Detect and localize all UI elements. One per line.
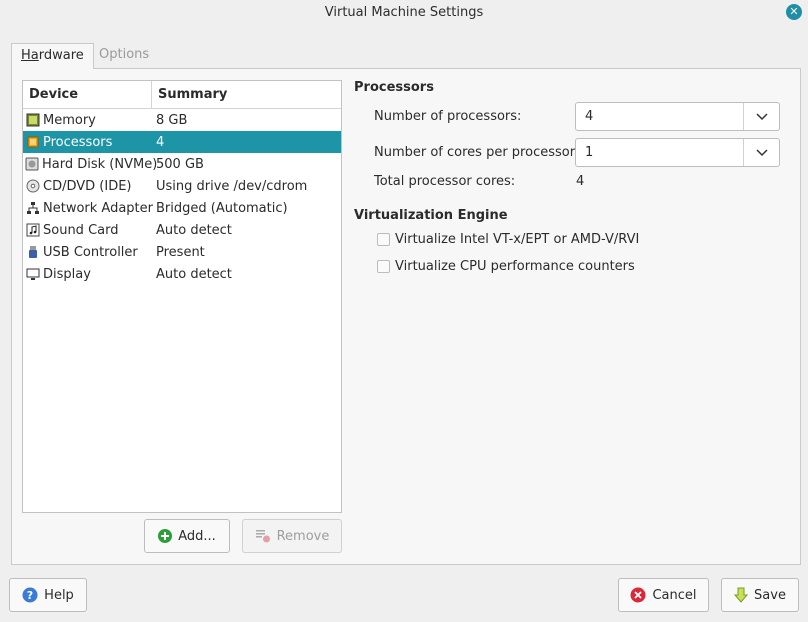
- processor-icon: [25, 135, 40, 150]
- chevron-down-icon: [755, 112, 768, 120]
- cores-per-processor-value: 1: [585, 145, 594, 160]
- help-label: Help: [44, 587, 74, 603]
- cancel-label: Cancel: [652, 587, 697, 603]
- total-cores-value: 4: [576, 174, 585, 189]
- tab-hardware-label-rest: rdware: [38, 48, 84, 63]
- num-processors-label: Number of processors:: [374, 109, 522, 124]
- device-name-cell: Hard Disk (NVMe): [23, 156, 158, 172]
- processors-section-title: Processors: [354, 80, 434, 95]
- sound-card-icon: [25, 223, 40, 238]
- checkbox-box[interactable]: [377, 233, 390, 246]
- memory-icon: [25, 113, 40, 128]
- display-icon: [25, 267, 40, 282]
- add-device-label: Add...: [178, 528, 216, 544]
- remove-device-label: Remove: [276, 528, 330, 544]
- device-summary: 500 GB: [156, 156, 204, 172]
- device-name-cell: Sound Card: [23, 223, 156, 238]
- virtualize-cpu-counters-checkbox[interactable]: Virtualize CPU performance counters: [377, 259, 635, 274]
- tab-hardware-label: Ha: [21, 48, 39, 63]
- device-name: Hard Disk (NVMe): [42, 156, 158, 172]
- device-name-cell: Display: [23, 267, 156, 282]
- device-row-sound-card[interactable]: Sound Card Auto detect: [23, 219, 341, 241]
- remove-device-button[interactable]: Remove: [242, 519, 342, 553]
- column-header-device[interactable]: Device: [23, 81, 152, 108]
- device-summary: Auto detect: [156, 222, 232, 238]
- cd-dvd-icon: [25, 179, 40, 194]
- chevron-down-icon: [755, 148, 768, 156]
- save-icon: [734, 587, 749, 603]
- num-processors-value: 4: [585, 109, 594, 124]
- device-summary: 8 GB: [156, 112, 188, 128]
- svg-text:?: ?: [27, 589, 33, 602]
- device-name: Network Adapter: [43, 200, 153, 216]
- device-name-cell: Network Adapter: [23, 201, 156, 216]
- device-row-cd-dvd-ide[interactable]: CD/DVD (IDE) Using drive /dev/cdrom: [23, 175, 341, 197]
- remove-icon: [255, 530, 270, 543]
- help-icon: ?: [22, 587, 38, 603]
- device-name-cell: USB Controller: [23, 245, 156, 260]
- device-summary: Bridged (Automatic): [156, 200, 288, 216]
- device-name: Display: [43, 266, 91, 282]
- save-label: Save: [754, 587, 786, 603]
- device-row-usb-controller[interactable]: USB Controller Present: [23, 241, 341, 263]
- device-summary: Auto detect: [156, 266, 232, 282]
- help-button[interactable]: ? Help: [9, 578, 87, 612]
- device-list-header: Device Summary: [23, 81, 341, 109]
- tab-options[interactable]: Options: [90, 43, 158, 68]
- cancel-icon: [630, 587, 646, 603]
- num-processors-select[interactable]: 4: [575, 102, 780, 131]
- device-list[interactable]: Device Summary Memory 8 GB Processors 4 Hard…: [22, 80, 342, 513]
- virtualization-section-title: Virtualization Engine: [354, 208, 508, 223]
- cores-per-processor-select[interactable]: 1: [575, 138, 780, 167]
- virtualize-vtx-label: Virtualize Intel VT-x/EPT or AMD-V/RVI: [395, 232, 640, 247]
- cancel-button[interactable]: Cancel: [618, 578, 709, 612]
- hard-disk-icon: [25, 157, 39, 172]
- tab-options-label: Options: [99, 47, 150, 62]
- total-cores-label: Total processor cores:: [374, 174, 516, 189]
- save-button[interactable]: Save: [721, 578, 799, 612]
- device-name: CD/DVD (IDE): [43, 178, 132, 194]
- device-name: Memory: [43, 112, 96, 128]
- device-row-memory[interactable]: Memory 8 GB: [23, 109, 341, 131]
- add-icon: [158, 529, 173, 543]
- device-row-network-adapter[interactable]: Network Adapter Bridged (Automatic): [23, 197, 341, 219]
- device-name: Processors: [43, 134, 113, 150]
- close-window-button[interactable]: ✕: [786, 4, 802, 20]
- device-summary: Present: [156, 244, 205, 260]
- add-device-button[interactable]: Add...: [144, 519, 230, 553]
- tab-hardware[interactable]: Hardware: [11, 43, 94, 69]
- close-icon: ✕: [789, 5, 799, 18]
- device-name-cell: CD/DVD (IDE): [23, 179, 156, 194]
- device-name-cell: Memory: [23, 113, 156, 128]
- network-icon: [25, 201, 40, 216]
- virtualize-vtx-checkbox[interactable]: Virtualize Intel VT-x/EPT or AMD-V/RVI: [377, 232, 639, 247]
- device-row-display[interactable]: Display Auto detect: [23, 263, 341, 285]
- device-name: Sound Card: [43, 222, 119, 238]
- cores-per-processor-label: Number of cores per processor:: [374, 145, 580, 160]
- device-row-hard-disk-nvme[interactable]: Hard Disk (NVMe) 500 GB: [23, 153, 341, 175]
- device-summary: Using drive /dev/cdrom: [156, 178, 308, 194]
- checkbox-box[interactable]: [377, 260, 390, 273]
- device-name-cell: Processors: [23, 135, 156, 150]
- virtualize-cpu-counters-label: Virtualize CPU performance counters: [395, 259, 635, 274]
- device-row-processors[interactable]: Processors 4: [23, 131, 341, 153]
- device-summary: 4: [156, 134, 165, 150]
- window-title: Virtual Machine Settings: [324, 5, 484, 20]
- column-header-summary[interactable]: Summary: [152, 81, 227, 108]
- device-name: USB Controller: [43, 244, 138, 260]
- usb-icon: [25, 245, 40, 260]
